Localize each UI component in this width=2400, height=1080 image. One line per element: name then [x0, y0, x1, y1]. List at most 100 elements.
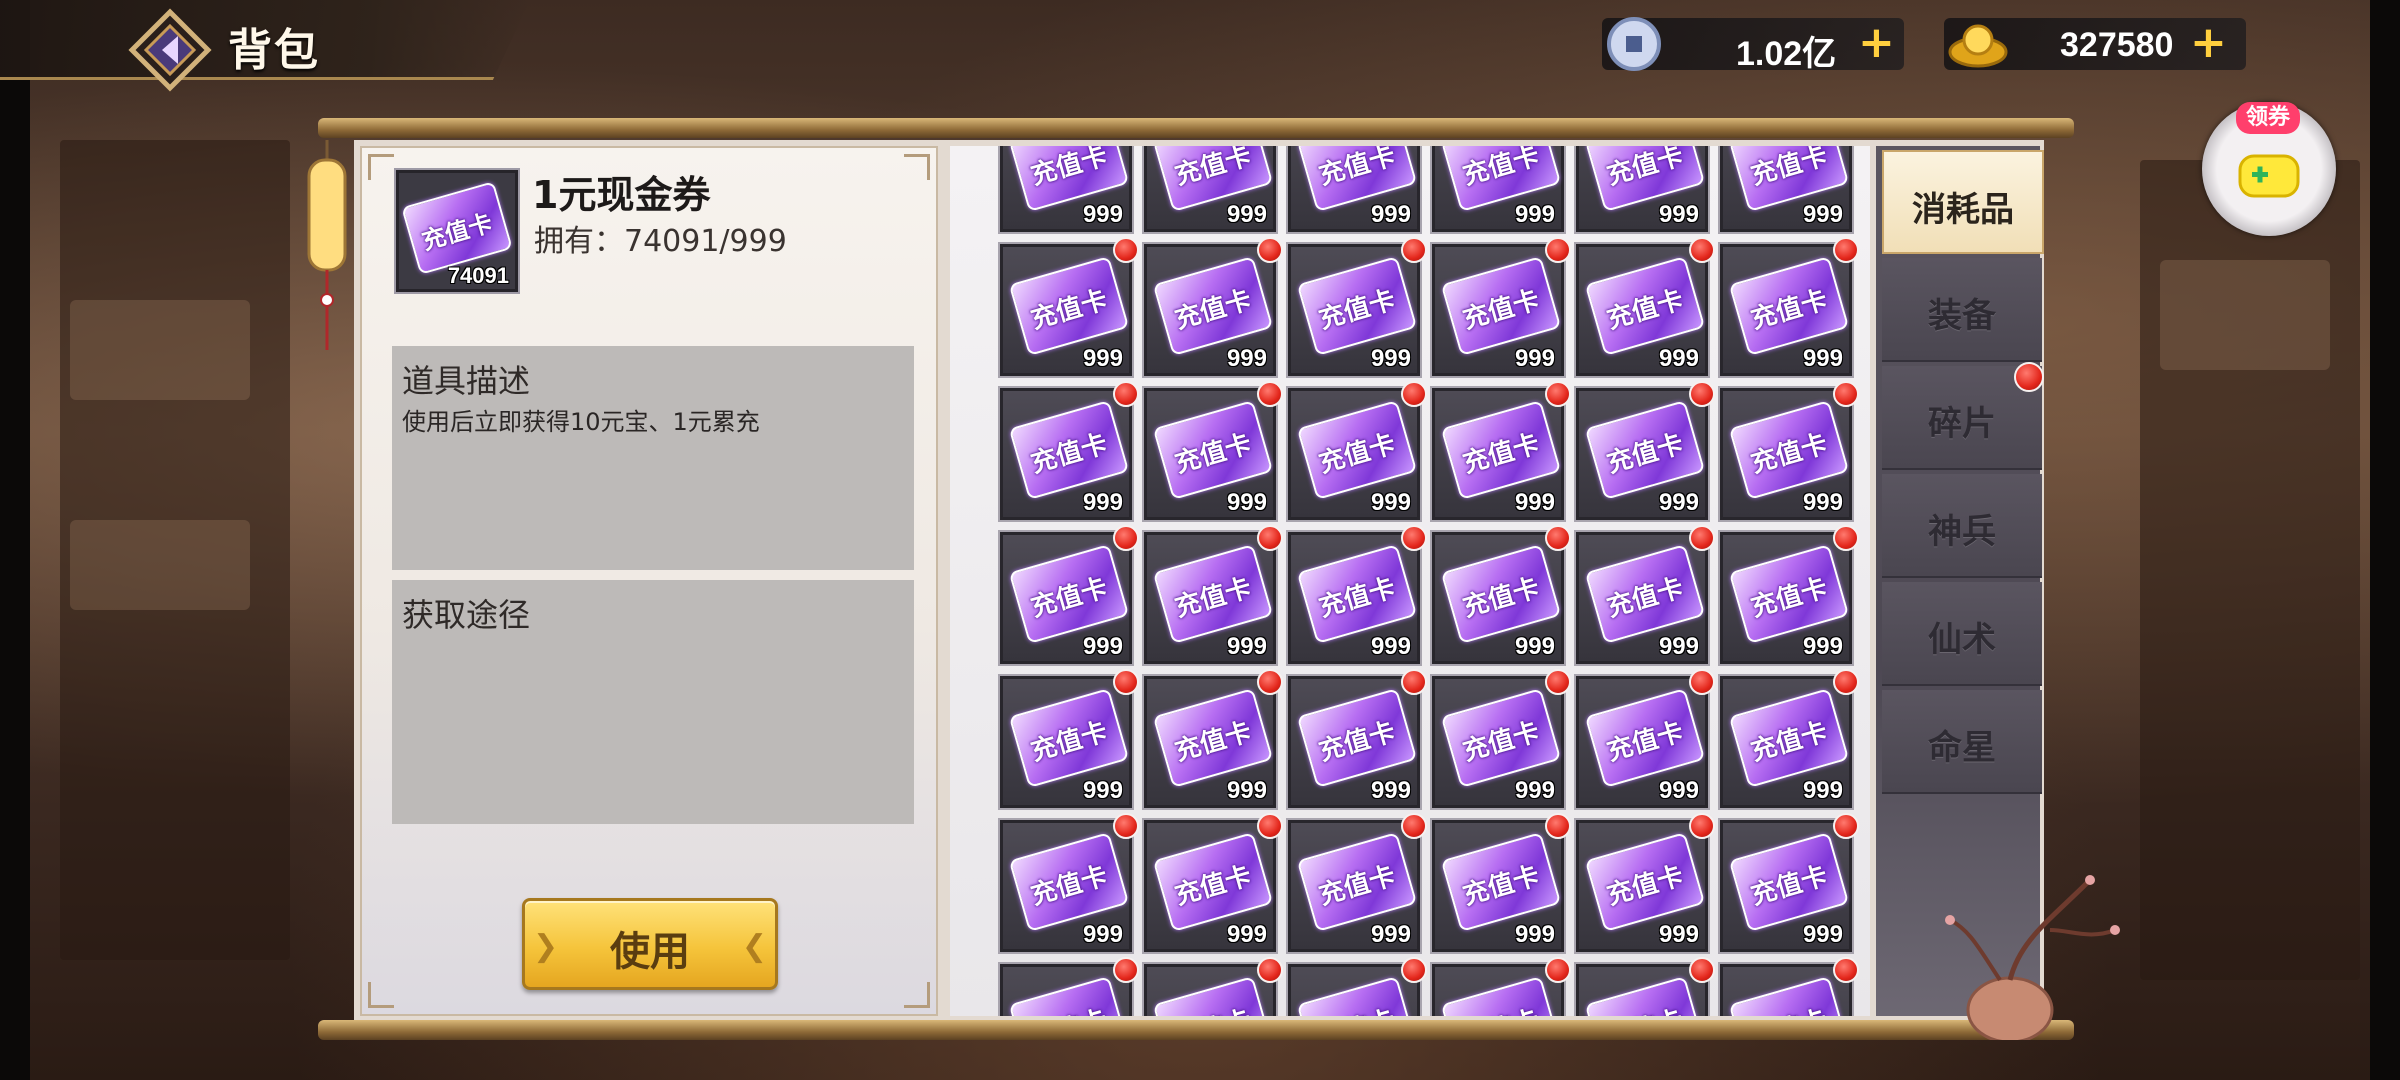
inventory-slot[interactable]: 充值卡999 [1142, 237, 1283, 378]
slot-quantity: 999 [1082, 201, 1123, 228]
coupon-button[interactable]: 领券 [2202, 102, 2336, 236]
inventory-slot[interactable]: 充值卡999 [1718, 237, 1859, 378]
recharge-card-icon: 充值卡 [1296, 688, 1418, 788]
gold-ingot-icon [1948, 24, 2008, 68]
inventory-slot[interactable]: 充值卡999 [998, 669, 1139, 810]
inventory-slot[interactable]: 充值卡999 [998, 237, 1139, 378]
inventory-slot[interactable]: 充值卡 999 [1574, 525, 1715, 666]
inventory-slot[interactable]: 充值卡999 [998, 957, 1139, 1016]
back-button[interactable] [128, 8, 212, 92]
frame-top-rod [318, 118, 2074, 138]
inventory-slot[interactable]: 充值卡999 [1142, 381, 1283, 522]
card-label: 充值卡 [1603, 572, 1687, 624]
card-label: 充值卡 [1315, 716, 1399, 768]
inventory-slot[interactable]: 充值卡999 [1142, 525, 1283, 666]
inventory-slot[interactable]: 充值卡 999 [1286, 669, 1427, 810]
tab-1[interactable]: 装备 [1882, 258, 2042, 362]
notification-dot [1401, 669, 1427, 695]
slot-quantity: 999 [1658, 777, 1699, 804]
inventory-slot[interactable]: 充值卡999 [998, 525, 1139, 666]
card-label: 充值卡 [1459, 572, 1543, 624]
inventory-slot[interactable]: 充值卡999 [1430, 381, 1571, 522]
slot-quantity: 999 [1514, 201, 1555, 228]
notification-dot [1113, 957, 1139, 983]
notification-dot [1545, 957, 1571, 983]
add-silver-button[interactable]: + [1858, 21, 1895, 65]
inventory-slot[interactable]: 充值卡999 [1430, 669, 1571, 810]
shelf-light [70, 300, 250, 400]
card-label: 充值卡 [1027, 860, 1111, 912]
inventory-slot[interactable]: 充值卡999 [1430, 957, 1571, 1016]
inventory-slot[interactable]: 充值卡999 [1286, 813, 1427, 954]
inventory-slot[interactable]: 充值卡 999 [1430, 146, 1566, 234]
add-gold-button[interactable]: + [2190, 21, 2227, 65]
inventory-slot[interactable]: 充值卡999 [998, 381, 1139, 522]
slot-quantity: 999 [1226, 201, 1267, 228]
inventory-slot[interactable]: 充值卡999 [1574, 381, 1715, 522]
recharge-card-icon: 充值卡 [1008, 832, 1130, 932]
inventory-slot[interactable]: 充值卡999 [1718, 813, 1859, 954]
tab-5[interactable]: 命星 [1882, 690, 2042, 794]
notification-dot [1689, 237, 1715, 263]
inventory-slot[interactable]: 充值卡999 [1574, 813, 1715, 954]
panel-corner [904, 982, 930, 1008]
notification-dot [1833, 957, 1859, 983]
notification-dot [1113, 237, 1139, 263]
inventory-slot[interactable]: 充值卡999 [1286, 525, 1427, 666]
inventory-slot[interactable]: 充值卡999 [1574, 957, 1715, 1016]
slot-quantity: 999 [1802, 345, 1843, 372]
inventory-slot[interactable]: 充值卡999 [998, 813, 1139, 954]
slot-quantity: 999 [1658, 633, 1699, 660]
inventory-slot[interactable]: 充值卡999 [1286, 381, 1427, 522]
recharge-card-icon: 充值卡 [1440, 544, 1562, 644]
inventory-slot[interactable]: 充值卡999 [1574, 146, 1710, 234]
notification-dot [1401, 957, 1427, 983]
tab-0[interactable]: 消耗品 [1882, 150, 2044, 254]
inventory-slot[interactable]: 充值卡999 [1142, 146, 1278, 234]
inventory-slot[interactable]: 充值卡 999 [998, 146, 1134, 234]
inventory-slot[interactable]: 充值卡999 [1142, 957, 1283, 1016]
tab-3[interactable]: 神兵 [1882, 474, 2042, 578]
inventory-slot[interactable]: 充值卡999 [1718, 381, 1859, 522]
recharge-card-icon: 充值卡 [1584, 256, 1706, 356]
recharge-card-icon: 充值卡 [1008, 256, 1130, 356]
slot-quantity: 999 [1370, 777, 1411, 804]
slot-quantity: 999 [1370, 201, 1411, 228]
inventory-slot[interactable]: 充值卡999 [1430, 237, 1571, 378]
card-label: 充值卡 [1171, 284, 1255, 336]
slot-quantity: 999 [1226, 777, 1267, 804]
tab-notification-dot [2014, 362, 2044, 392]
slot-quantity: 999 [1514, 489, 1555, 516]
card-label: 充值卡 [1315, 284, 1399, 336]
recharge-card-icon: 充值卡 [1728, 400, 1850, 500]
silver-value: 1.02亿 [1736, 35, 1837, 73]
notification-dot [1833, 381, 1859, 407]
card-label: 充值卡 [1027, 572, 1111, 624]
card-label: 充值卡 [1027, 146, 1111, 192]
frame-bottom-rod [318, 1020, 2074, 1040]
inventory-slot[interactable]: 充值卡999 [1142, 669, 1283, 810]
source-box: 获取途径 [392, 580, 914, 824]
inventory-slot[interactable]: 充值卡999 [1286, 957, 1427, 1016]
inventory-slot[interactable]: 充值卡999 [1430, 813, 1571, 954]
tab-4[interactable]: 仙术 [1882, 582, 2042, 686]
inventory-slot[interactable]: 充值卡999 [1286, 146, 1422, 234]
inventory-slot[interactable]: 充值卡999 [1718, 146, 1854, 234]
card-label: 充值卡 [1459, 146, 1543, 192]
inventory-slot[interactable]: 充值卡999 [1574, 669, 1715, 810]
inventory-slot[interactable]: 充值卡999 [1574, 237, 1715, 378]
inventory-slot[interactable]: 充值卡999 [1718, 957, 1859, 1016]
recharge-card-icon: 充值卡 [1008, 688, 1130, 788]
inventory-slot[interactable]: 充值卡999 [1142, 813, 1283, 954]
slot-quantity: 999 [1514, 921, 1555, 948]
slot-quantity: 999 [1658, 201, 1699, 228]
inventory-slot[interactable]: 充值卡999 [1718, 525, 1859, 666]
description-title: 道具描述 [402, 362, 531, 400]
inventory-slot[interactable]: 充值卡999 [1718, 669, 1859, 810]
coupon-badge: 领券 [2236, 102, 2300, 134]
inventory-slot[interactable]: 充值卡999 [1430, 525, 1571, 666]
recharge-card-icon: 充值卡 [1584, 832, 1706, 932]
recharge-card-icon: 充值卡 [1440, 832, 1562, 932]
inventory-slot[interactable]: 充值卡999 [1286, 237, 1427, 378]
use-button[interactable]: ❯ ❮ 使用 [522, 898, 778, 990]
